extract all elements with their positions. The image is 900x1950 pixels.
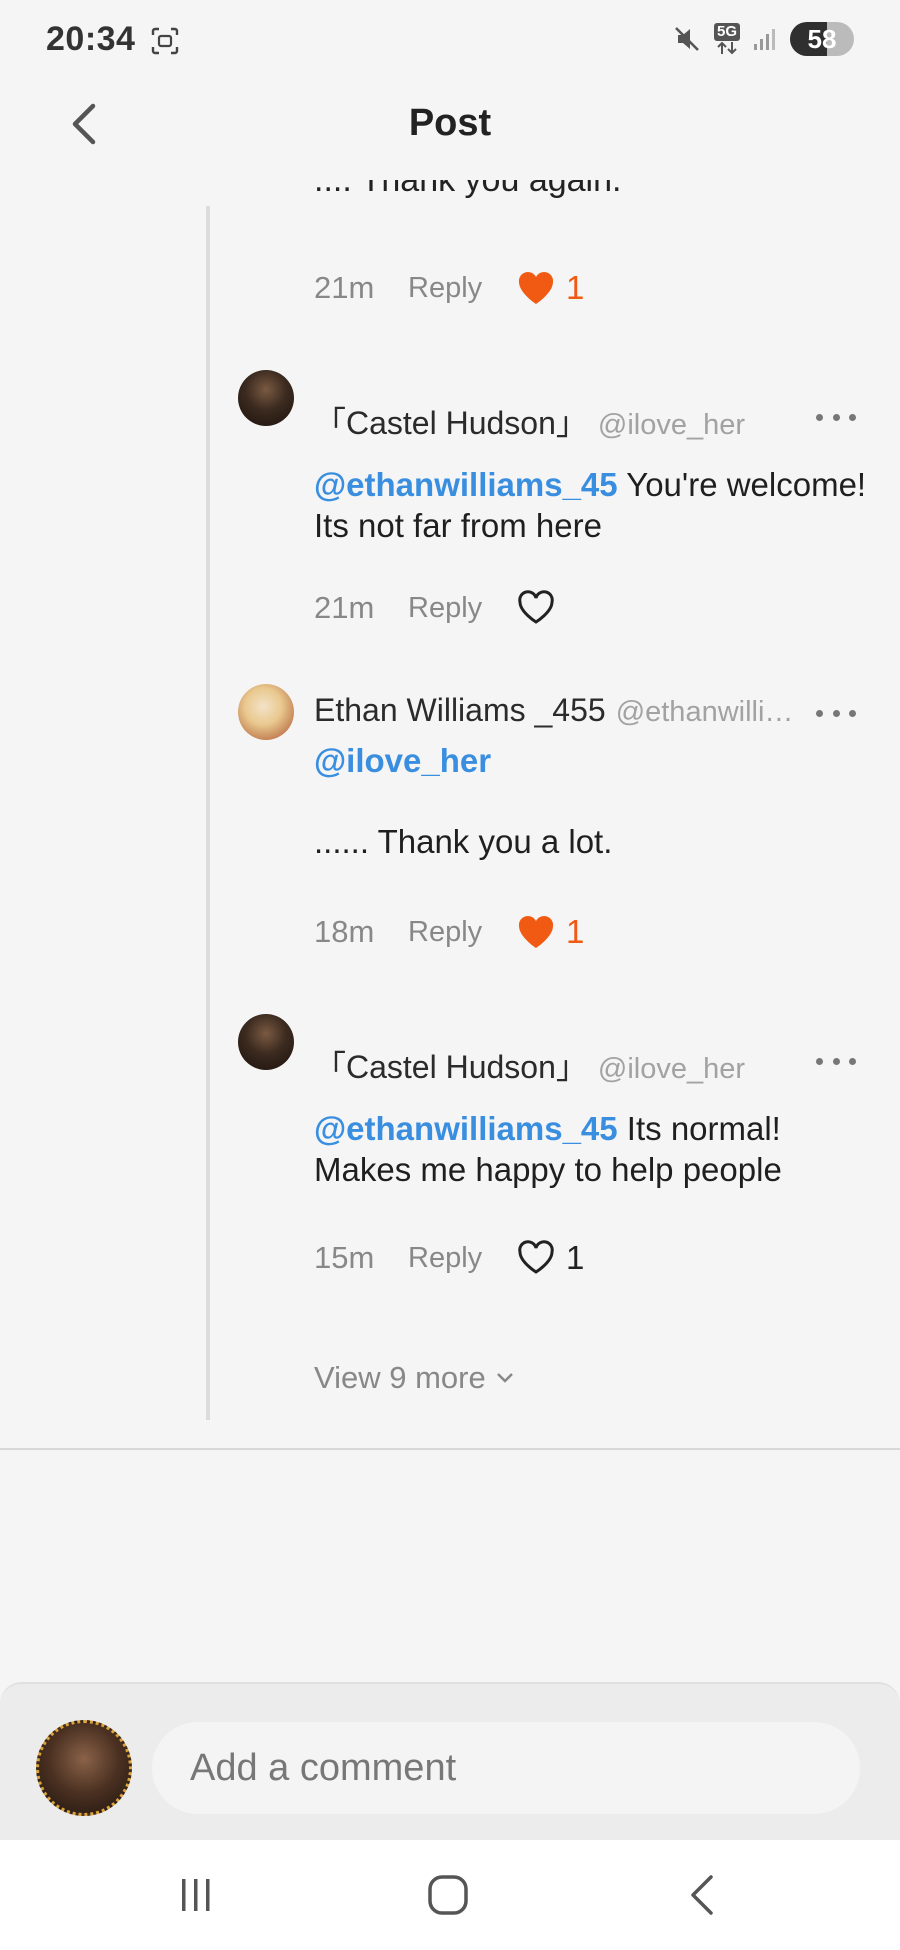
comment-composer [0,1682,900,1840]
reply-button[interactable]: Reply [408,592,516,625]
reply-button[interactable]: Reply [408,272,516,305]
author-handle[interactable]: @ilove_her [598,1053,745,1086]
comment-author-row: 「Castel Hudson」 @ilove_her [314,398,745,444]
like-button[interactable] [516,590,556,626]
comment-actions: 21m Reply 1 [314,266,584,310]
chevron-down-icon [496,1373,513,1383]
recent-apps-icon [182,1879,210,1911]
comment-body: ...... Thank you a lot. [314,823,613,860]
author-name[interactable]: 「Castel Hudson」 [314,1042,588,1088]
heart-outline-icon [518,1240,554,1274]
header: Post [0,84,900,164]
comment-text: @ethanwilliams_45 You're welcome! Its no… [314,464,874,546]
comment-author-row: 「Castel Hudson」 @ilove_her [314,1042,745,1088]
like-button[interactable]: 1 [516,1239,584,1277]
comment-time: 21m [314,270,375,305]
reply-button[interactable]: Reply [408,916,516,949]
network-icon: 5G [713,23,740,55]
comment-input[interactable] [152,1722,860,1814]
comment-time: 18m [314,914,375,949]
status-bar: 20:34 5G 58 [0,0,900,84]
screenshot-icon [151,27,179,55]
thread-line [206,206,210,1420]
recent-apps-button[interactable] [166,1870,226,1920]
page-title: Post [408,102,492,144]
avatar[interactable] [238,370,294,426]
author-handle[interactable]: @ethanwilliams_455 [616,696,794,729]
like-count: 1 [566,269,585,306]
author-handle[interactable]: @ilove_her [598,409,745,442]
mute-icon [675,27,699,51]
like-button[interactable]: 1 [516,913,584,951]
user-avatar[interactable] [36,1720,132,1816]
home-icon [428,1875,468,1915]
comment-text: @ilove_her ...... Thank you a lot. [314,740,874,862]
signal-icon [754,29,775,50]
divider [0,1448,900,1450]
reply-button[interactable]: Reply [408,1242,516,1275]
system-back-button[interactable] [672,1870,732,1920]
cutoff-comment-text: .... Thank you again. [314,180,622,199]
mention-link[interactable]: @ilove_her [314,740,874,781]
more-options-button[interactable] [816,1046,856,1076]
comment-author-row: Ethan Williams _455 @ethanwilliams_455 [314,692,794,729]
view-more-label: View 9 more [314,1360,486,1395]
comment-time: 21m [314,590,375,625]
avatar[interactable] [238,1014,294,1070]
comment-actions: 18m Reply 1 [314,910,584,954]
comment-time: 15m [314,1240,375,1275]
more-options-button[interactable] [816,402,856,432]
heart-filled-icon [518,916,554,948]
home-button[interactable] [418,1870,478,1920]
comment-text: @ethanwilliams_45 Its normal! Makes me h… [314,1108,874,1190]
status-time: 20:34 [46,20,136,58]
heart-filled-icon [518,272,554,304]
author-name[interactable]: Ethan Williams _455 [314,692,606,729]
like-button[interactable]: 1 [516,269,584,307]
mention-link[interactable]: @ethanwilliams_45 [314,466,618,503]
system-navigation-bar [0,1840,900,1950]
network-label: 5G [713,23,740,41]
avatar[interactable] [238,684,294,740]
back-arrow-icon [691,1875,713,1915]
battery-level: 58 [807,23,837,54]
mention-link[interactable]: @ethanwilliams_45 [314,1110,618,1147]
battery-indicator: 58 [790,22,854,56]
like-count: 1 [566,1239,585,1276]
data-arrows-icon [717,41,737,55]
heart-outline-icon [518,590,554,624]
more-options-button[interactable] [816,698,856,728]
like-count: 1 [566,913,585,950]
comment-actions: 21m Reply [314,586,556,630]
author-name[interactable]: 「Castel Hudson」 [314,398,588,444]
view-more-replies-button[interactable]: View 9 more [314,1360,514,1396]
comment-actions: 15m Reply 1 [314,1236,584,1280]
